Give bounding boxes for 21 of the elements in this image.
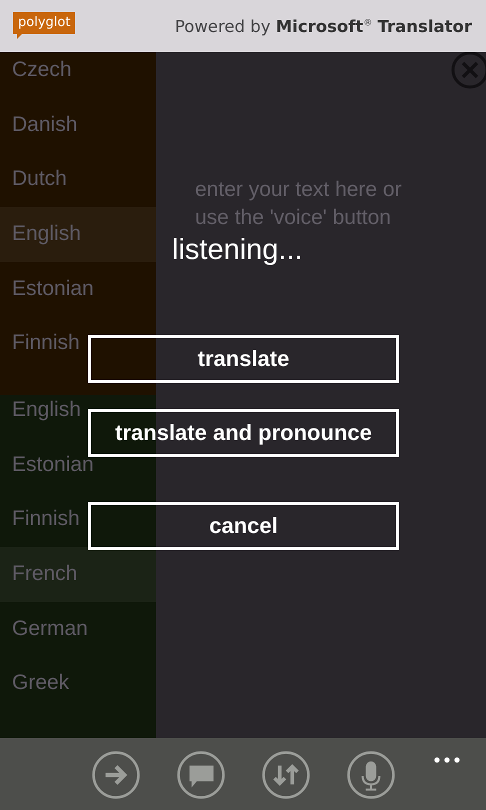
credit-text: Powered by Microsoft$^{®}$ Translator bbox=[174, 16, 472, 36]
dialog-button[interactable]: translate bbox=[88, 335, 399, 383]
dialog-button[interactable]: translate and pronounce bbox=[88, 409, 399, 457]
language-item[interactable]: Czech bbox=[0, 52, 156, 98]
language-item[interactable]: Danish bbox=[0, 98, 156, 152]
message-button[interactable] bbox=[176, 751, 224, 799]
language-item[interactable]: Greek bbox=[0, 656, 156, 712]
language-item[interactable]: German bbox=[0, 602, 156, 656]
language-item[interactable]: French bbox=[0, 547, 156, 602]
swap-button[interactable] bbox=[262, 751, 310, 799]
arrow-icon-button[interactable] bbox=[92, 751, 140, 799]
microphone-button[interactable] bbox=[346, 751, 394, 799]
language-item[interactable]: Estonian bbox=[0, 262, 156, 316]
language-item[interactable]: English bbox=[0, 207, 156, 262]
more-icon[interactable] bbox=[433, 756, 461, 764]
app-logo: polyglot bbox=[13, 12, 76, 34]
language-item[interactable]: Dutch bbox=[0, 152, 156, 208]
dialog-title: listening... bbox=[172, 233, 303, 268]
logo-tail-icon bbox=[17, 34, 22, 39]
dialog-button[interactable]: cancel bbox=[88, 502, 399, 550]
text-input-field[interactable]: enter your text here or use the 'voice' button bbox=[195, 176, 435, 232]
